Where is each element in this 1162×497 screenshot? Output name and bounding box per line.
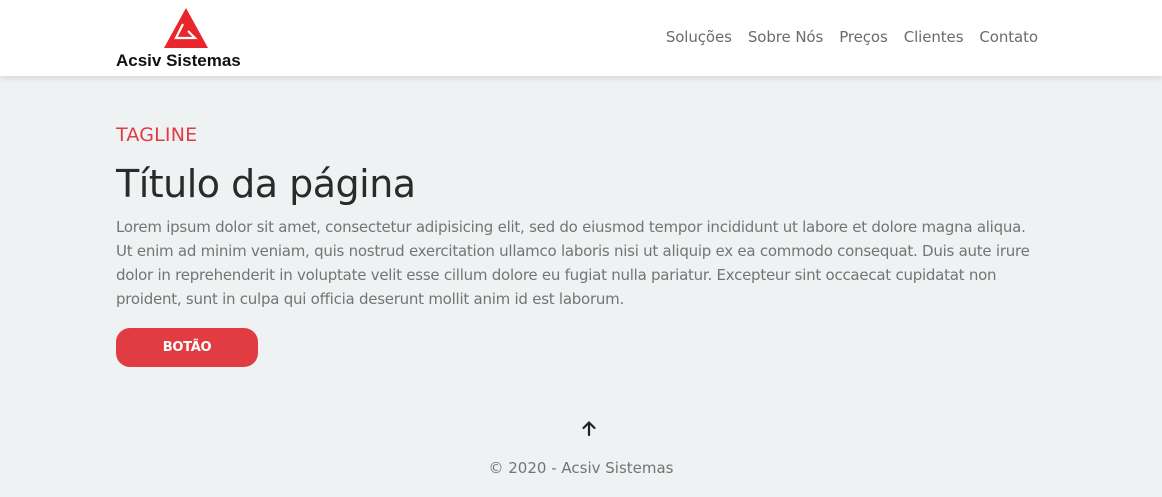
acsiv-logo-icon (164, 8, 208, 48)
brand-logo-link[interactable]: Acsiv Sistemas (116, 7, 266, 71)
footer-copyright: © 2020 - Acsiv Sistemas (488, 459, 674, 477)
nav-item-contato[interactable]: Contato (979, 28, 1038, 46)
navbar: Acsiv Sistemas Soluções Sobre Nós Preços… (0, 0, 1162, 76)
nav-item-precos[interactable]: Preços (839, 28, 888, 46)
back-to-top-button[interactable] (579, 419, 599, 439)
page-title: Título da página (116, 162, 416, 206)
arrow-up-icon (582, 421, 596, 437)
hero-body-text: Lorem ipsum dolor sit amet, consectetur … (116, 218, 1030, 308)
brand-name: Acsiv Sistemas (116, 51, 241, 70)
nav-item-solucoes[interactable]: Soluções (666, 28, 732, 46)
main-nav: Soluções Sobre Nós Preços Clientes Conta… (666, 28, 1038, 46)
nav-item-sobre-nos[interactable]: Sobre Nós (748, 28, 823, 46)
hero-section: TAGLINE Título da página Lorem ipsum dol… (116, 124, 1046, 367)
hero-tagline: TAGLINE (116, 124, 198, 146)
hero-cta-button[interactable]: BOTÃO (116, 328, 258, 367)
nav-item-clientes[interactable]: Clientes (904, 28, 964, 46)
